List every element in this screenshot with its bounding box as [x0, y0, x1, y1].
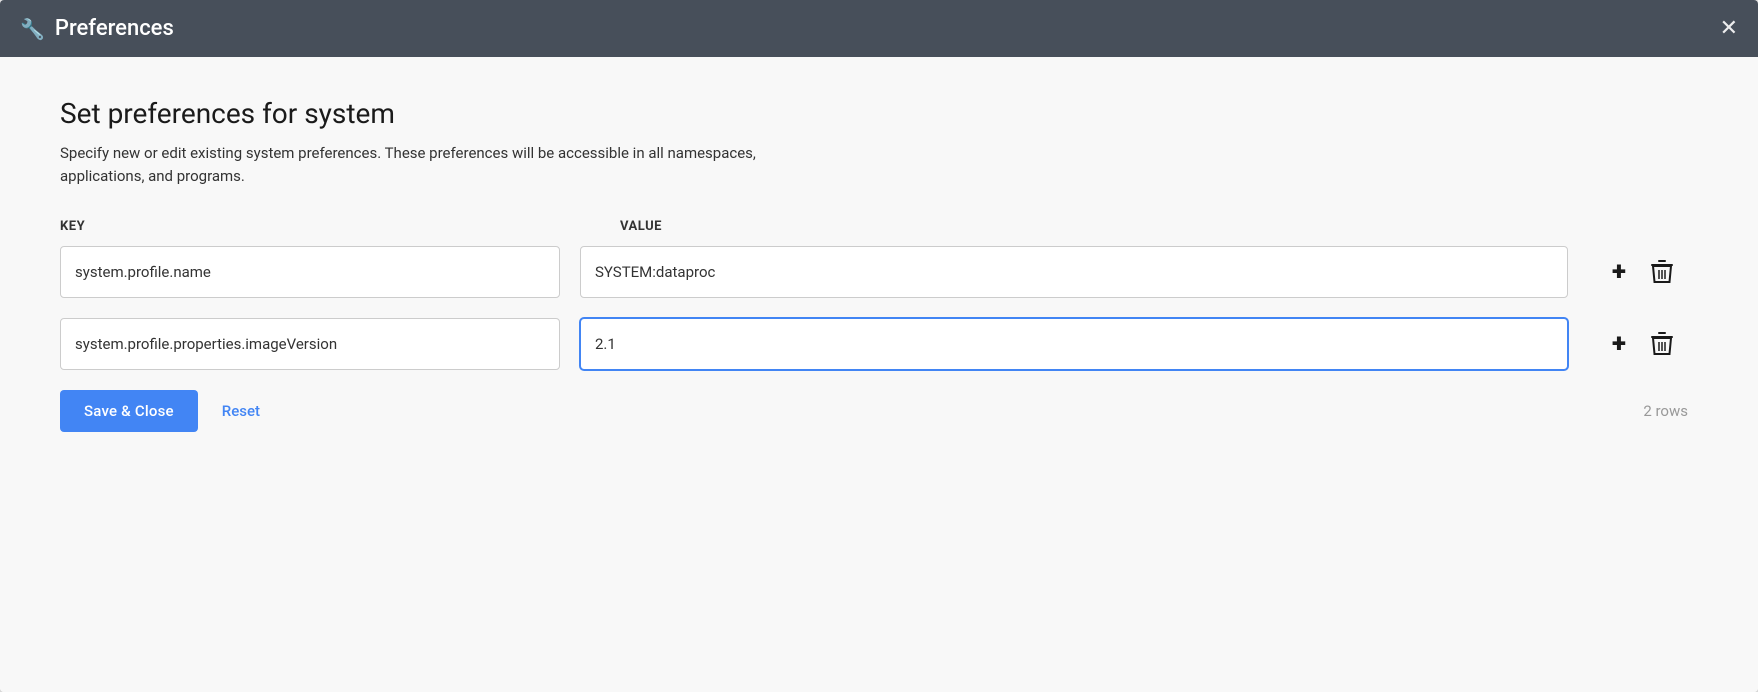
add-row-button-2[interactable]: +: [1612, 331, 1626, 357]
value-column-header: VALUE: [620, 219, 1698, 234]
key-input-1[interactable]: [60, 246, 560, 298]
table-row: +: [60, 246, 1698, 298]
page-title: Set preferences for system: [60, 97, 1698, 130]
delete-row-button-1[interactable]: [1650, 259, 1674, 285]
dialog-body: Set preferences for system Specify new o…: [0, 57, 1758, 692]
table-row: +: [60, 318, 1698, 370]
row-actions-1: +: [1588, 259, 1698, 285]
value-input-2[interactable]: [580, 318, 1568, 370]
key-input-2[interactable]: [60, 318, 560, 370]
close-button[interactable]: ✕: [1720, 18, 1738, 40]
footer-row: Save & Close Reset 2 rows: [60, 390, 1698, 432]
header-left: 🔧 Preferences: [20, 16, 174, 41]
save-close-button[interactable]: Save & Close: [60, 390, 198, 432]
row-actions-2: +: [1588, 331, 1698, 357]
reset-button[interactable]: Reset: [222, 402, 260, 420]
columns-header: KEY VALUE: [60, 219, 1698, 234]
dialog-header: 🔧 Preferences ✕: [0, 0, 1758, 57]
value-input-1[interactable]: [580, 246, 1568, 298]
dialog-title: Preferences: [55, 16, 174, 41]
wrench-icon: 🔧: [20, 17, 45, 41]
rows-count: 2 rows: [1643, 402, 1698, 420]
page-description: Specify new or edit existing system pref…: [60, 142, 820, 187]
delete-row-button-2[interactable]: [1650, 331, 1674, 357]
preferences-dialog: 🔧 Preferences ✕ Set preferences for syst…: [0, 0, 1758, 692]
key-column-header: KEY: [60, 219, 580, 234]
add-row-button-1[interactable]: +: [1612, 259, 1626, 285]
